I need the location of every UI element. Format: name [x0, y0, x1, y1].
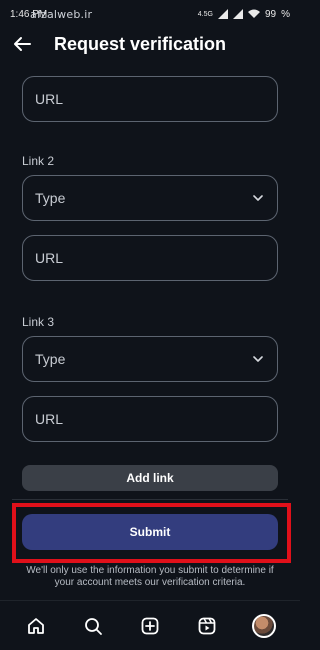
page-title: Request verification: [54, 33, 227, 54]
nav-reels[interactable]: [190, 609, 224, 643]
signal-icon: [217, 9, 228, 19]
nav-create[interactable]: [133, 609, 167, 643]
create-icon: [141, 617, 159, 634]
back-button[interactable]: [2, 28, 42, 60]
link1-url-input[interactable]: URL: [22, 76, 278, 122]
link2-type-value: Type: [35, 190, 66, 206]
arrow-left-icon: [14, 37, 31, 51]
wifi-icon: [247, 9, 260, 18]
battery-level: 99: [264, 8, 277, 20]
submit-button[interactable]: Submit: [22, 514, 278, 550]
network-label: 4.5G: [197, 10, 213, 18]
link2-url-input[interactable]: URL: [22, 235, 278, 281]
avatar: [251, 613, 276, 638]
bottom-nav: [0, 600, 300, 650]
link2-type-select[interactable]: Type: [22, 175, 278, 221]
search-icon: [85, 617, 103, 635]
link3-type-select[interactable]: Type: [22, 336, 278, 382]
link2-url-placeholder: URL: [35, 250, 64, 266]
nav-profile[interactable]: [247, 609, 281, 643]
chevron-down-icon: [253, 195, 263, 201]
watermark: afzalweb.ir: [30, 8, 93, 21]
link1-url-placeholder: URL: [35, 91, 64, 107]
home-icon: [28, 617, 45, 634]
divider: [12, 499, 288, 500]
link3-label: Link 3: [22, 315, 55, 329]
nav-search[interactable]: [76, 609, 110, 643]
percent-sign: %: [281, 8, 290, 20]
chevron-down-icon: [253, 356, 263, 362]
nav-home[interactable]: [19, 609, 53, 643]
signal-icon-2: [232, 9, 243, 19]
link3-type-value: Type: [35, 351, 66, 367]
reels-icon: [198, 617, 216, 634]
verification-note: We'll only use the information you submi…: [26, 565, 274, 588]
link2-label: Link 2: [22, 154, 55, 168]
link3-url-input[interactable]: URL: [22, 396, 278, 442]
link3-url-placeholder: URL: [35, 411, 64, 427]
page-header: Request verification: [0, 28, 300, 60]
add-link-button[interactable]: Add link: [22, 465, 278, 491]
